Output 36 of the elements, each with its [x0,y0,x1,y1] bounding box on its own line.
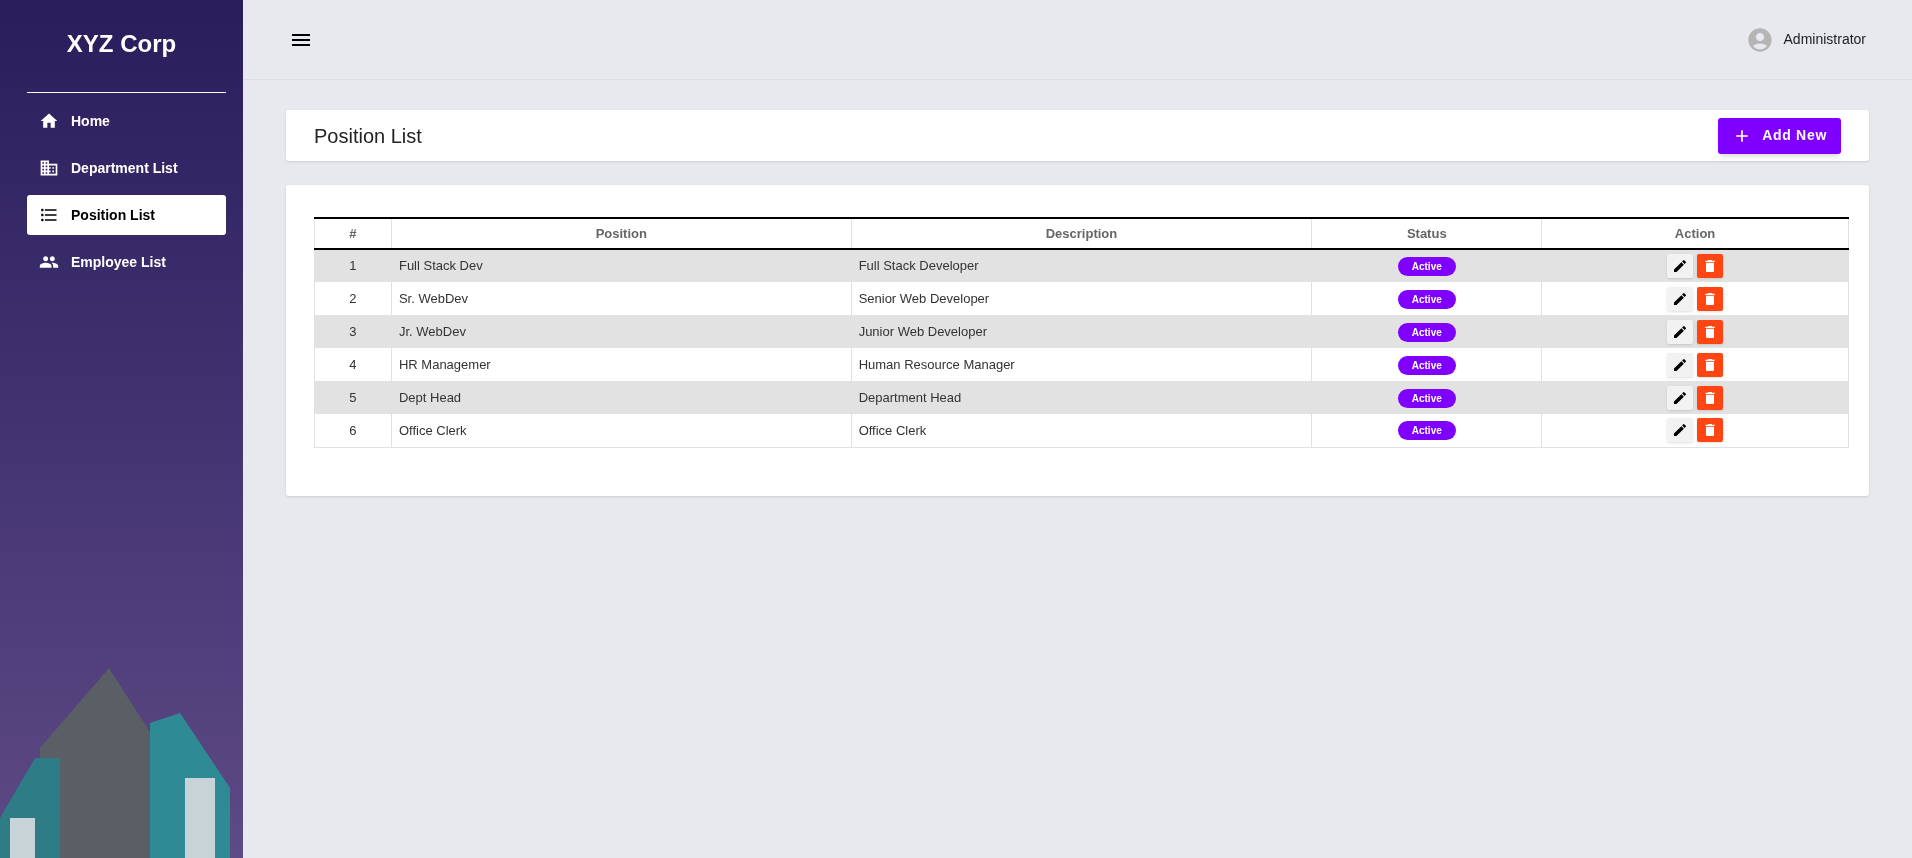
edit-button[interactable] [1667,286,1694,311]
edit-button[interactable] [1667,418,1694,443]
status-badge: Active [1397,322,1456,342]
sidebar-item[interactable]: Position List [27,195,226,235]
column-header: Description [851,218,1312,249]
home-icon [39,111,59,131]
building-icon [39,158,59,178]
status-badge: Active [1397,355,1456,375]
pencil-icon [1672,258,1689,274]
sidebar-item[interactable]: Employee List [27,242,226,282]
pencil-icon [1672,422,1689,439]
edit-button[interactable] [1667,319,1694,344]
table-cell: Office Clerk [391,414,852,447]
column-header: Status [1311,218,1542,249]
edit-button[interactable] [1667,385,1694,410]
pencil-icon [1672,323,1689,340]
sidebar-item[interactable]: Department List [27,148,226,188]
pencil-icon [1672,389,1689,406]
brand-title: XYZ Corp [66,29,177,59]
status-badge: Active [1397,257,1456,276]
user-name[interactable]: Administrator [1783,29,1866,50]
table-cell: Office Clerk [851,414,1312,447]
status-badge: Active [1397,289,1456,309]
edit-button[interactable] [1667,352,1694,377]
status-badge: Active [1397,388,1456,408]
column-header: Action [1541,218,1849,249]
add-new-button[interactable]: Add New [1718,117,1841,154]
sidebar-item[interactable]: Home [27,101,226,141]
page-title: Position List [314,123,422,149]
edit-button[interactable] [1667,254,1694,278]
status-badge: Active [1397,421,1456,441]
pencil-icon [1672,290,1689,307]
table-cell: 6 [314,414,392,447]
column-header: # [314,218,392,249]
pencil-icon [1672,356,1689,373]
column-header: Position [391,218,852,249]
